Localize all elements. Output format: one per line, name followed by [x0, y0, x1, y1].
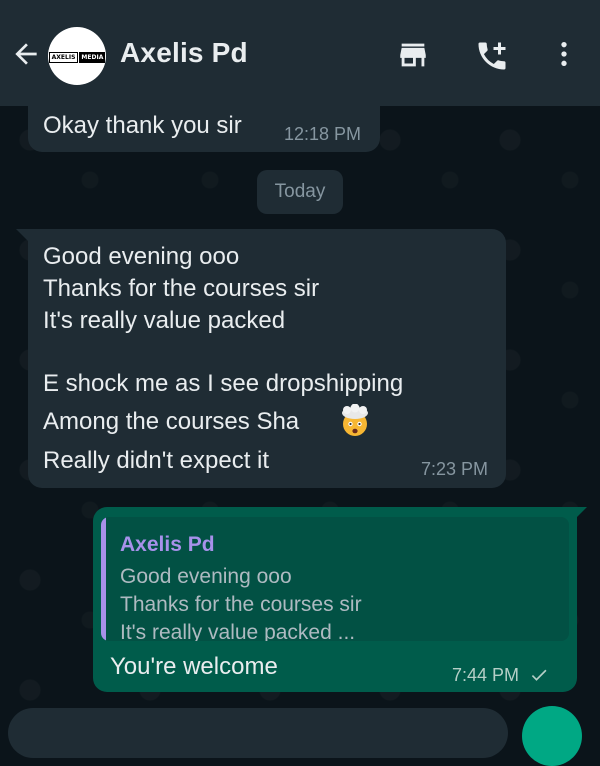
message-line: Really didn't expect it — [43, 447, 270, 474]
message-line: Among the courses Sha — [43, 408, 300, 435]
avatar-logo: AXELIS MEDIA — [48, 51, 106, 63]
message-line: E shock me as I see dropshipping — [43, 370, 404, 397]
message-bubble-incoming[interactable]: Good evening ooo Thanks for the courses … — [28, 229, 506, 488]
message-input-bar[interactable] — [8, 708, 508, 758]
more-vert-icon[interactable] — [548, 38, 580, 70]
message-line: Thanks for the courses sir — [43, 275, 320, 302]
bubble-tail — [16, 229, 28, 241]
message-time: 7:44 PM — [452, 665, 520, 685]
quote-author: Axelis Pd — [120, 533, 215, 556]
date-separator: Today — [257, 170, 343, 214]
contact-name[interactable]: Axelis Pd — [120, 37, 248, 69]
message-time: 7:23 PM — [421, 459, 489, 479]
logo-text-b: MEDIA — [79, 51, 106, 63]
message-time: 12:18 PM — [284, 124, 362, 144]
store-icon[interactable] — [396, 38, 430, 72]
quote-line: It's really value packed ... — [120, 621, 356, 641]
chat-header: AXELIS MEDIA Axelis Pd — [0, 0, 600, 106]
message-line: Good evening ooo — [43, 243, 240, 270]
sent-check-icon — [531, 669, 547, 681]
logo-text-a: AXELIS — [48, 51, 79, 63]
quote-line: Thanks for the courses sir — [120, 593, 362, 616]
message-line: It's really value packed — [43, 307, 286, 334]
message-text: Okay thank you sir — [43, 112, 242, 139]
message-text: You're welcome — [110, 653, 278, 680]
back-arrow-icon[interactable] — [10, 38, 42, 70]
mic-button[interactable] — [522, 706, 582, 766]
quote-line: Good evening ooo — [120, 565, 292, 588]
add-call-icon[interactable] — [474, 38, 510, 74]
exploding-head-emoji-icon — [342, 404, 368, 436]
message-bubble-outgoing[interactable]: Axelis Pd Good evening ooo Thanks for th… — [93, 507, 577, 692]
quote-accent-bar — [101, 517, 106, 641]
reply-quote[interactable]: Axelis Pd Good evening ooo Thanks for th… — [101, 517, 569, 641]
avatar[interactable]: AXELIS MEDIA — [48, 27, 106, 85]
